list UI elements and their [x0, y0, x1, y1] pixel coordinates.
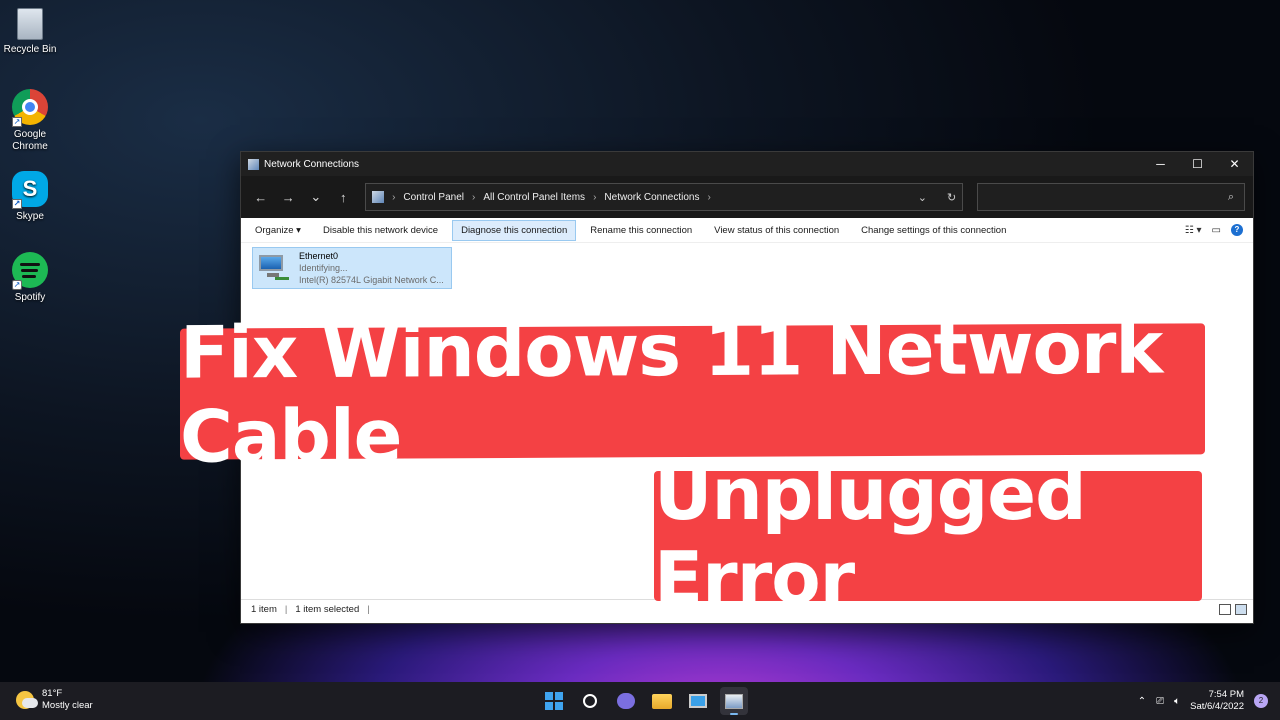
network-status-icon[interactable]: ⎚: [1156, 696, 1164, 707]
address-dropdown-icon[interactable]: ⌄: [918, 191, 927, 204]
desktop-icon-label: Recycle Bin: [3, 44, 57, 55]
maximize-button[interactable]: ☐: [1179, 152, 1216, 176]
monitor-icon: [689, 694, 707, 708]
folder-icon: [652, 693, 672, 709]
chrome-shortcut[interactable]: ↗ Google Chrome: [0, 89, 60, 153]
recent-locations-button[interactable]: ⌄: [304, 185, 328, 209]
start-button[interactable]: [540, 687, 568, 715]
taskbar: 81°F Mostly clear ⌃ ⎚ 🔈︎ 7:54 PM Sat/6/4…: [0, 682, 1280, 720]
refresh-icon[interactable]: ↻: [947, 191, 956, 204]
breadcrumb-control-panel[interactable]: Control Panel: [403, 192, 464, 203]
windows-logo-icon: [545, 692, 563, 710]
window-title: Network Connections: [264, 158, 360, 170]
organize-menu[interactable]: Organize ▾: [247, 220, 309, 241]
help-icon[interactable]: ?: [1231, 224, 1243, 236]
minimize-button[interactable]: ─: [1142, 152, 1179, 176]
title-bar[interactable]: Network Connections ─ ☐ ✕: [241, 152, 1253, 176]
desktop-icon-label: Skype: [16, 211, 44, 222]
search-input[interactable]: [978, 191, 1228, 203]
spotify-icon: ↗: [12, 252, 48, 290]
clock[interactable]: 7:54 PM Sat/6/4/2022: [1190, 689, 1244, 713]
command-bar: Organize ▾ Disable this network device D…: [241, 218, 1253, 243]
volume-icon[interactable]: 🔈︎: [1174, 696, 1180, 707]
view-status-button[interactable]: View status of this connection: [706, 220, 847, 241]
back-button[interactable]: ←: [249, 185, 273, 209]
change-settings-button[interactable]: Change settings of this connection: [853, 220, 1014, 241]
chevron-right-icon[interactable]: ›: [593, 192, 596, 203]
recycle-bin-icon: [17, 8, 43, 40]
selected-count: 1 item selected: [295, 604, 360, 615]
item-count: 1 item: [251, 604, 277, 615]
network-connections-icon: [725, 693, 743, 709]
spotify-shortcut[interactable]: ↗ Spotify: [0, 252, 60, 304]
control-panel-icon: [372, 191, 385, 203]
breadcrumb-all-items[interactable]: All Control Panel Items: [483, 192, 585, 203]
connection-device: Intel(R) 82574L Gigabit Network C...: [299, 275, 444, 285]
title-banner-line1: Fix Windows 11 Network Cable: [180, 305, 1205, 478]
connection-item-ethernet0[interactable]: Ethernet0 Identifying... Intel(R) 82574L…: [252, 247, 452, 289]
title-banner-line2: Unplugged Error: [654, 452, 1202, 620]
skype-icon: S ↗: [12, 171, 48, 209]
address-toolbar: ← → ⌄ ↑ › Control Panel › All Control Pa…: [241, 176, 1253, 218]
search-box[interactable]: ⌕: [977, 183, 1245, 211]
close-button[interactable]: ✕: [1216, 152, 1253, 176]
skype-shortcut[interactable]: S ↗ Skype: [0, 171, 60, 223]
disable-device-button[interactable]: Disable this network device: [315, 220, 446, 241]
chevron-right-icon: ›: [392, 191, 396, 203]
recycle-bin-shortcut[interactable]: Recycle Bin: [0, 8, 60, 56]
weather-widget[interactable]: 81°F Mostly clear: [16, 688, 93, 712]
weather-temp: 81°F: [42, 688, 63, 699]
desktop-icon-label: Google Chrome: [12, 129, 48, 152]
file-explorer-button[interactable]: [648, 687, 676, 715]
search-icon: ⌕: [1227, 190, 1234, 203]
chevron-right-icon[interactable]: ›: [472, 192, 475, 203]
preview-pane-icon[interactable]: ▭: [1212, 225, 1221, 236]
weather-condition: Mostly clear: [42, 700, 93, 711]
details-view-icon[interactable]: [1219, 604, 1231, 615]
network-connections-taskbar-button[interactable]: [720, 687, 748, 715]
search-icon: [583, 694, 597, 708]
chevron-up-icon[interactable]: ⌃: [1138, 696, 1146, 707]
connection-name: Ethernet0: [299, 251, 339, 261]
notification-badge[interactable]: 2: [1254, 694, 1268, 708]
shortcut-arrow-icon: ↗: [12, 199, 22, 209]
shortcut-arrow-icon: ↗: [12, 117, 22, 127]
address-bar[interactable]: › Control Panel › All Control Panel Item…: [365, 183, 964, 211]
weather-icon: [16, 691, 38, 709]
up-button[interactable]: ↑: [332, 185, 356, 209]
shortcut-arrow-icon: ↗: [12, 280, 22, 290]
forward-button[interactable]: →: [277, 185, 301, 209]
rename-connection-button[interactable]: Rename this connection: [582, 220, 700, 241]
teams-chat-icon: [617, 693, 635, 709]
remote-desktop-button[interactable]: [684, 687, 712, 715]
clock-date: Sat/6/4/2022: [1190, 701, 1244, 712]
tiles-view-icon[interactable]: [1235, 604, 1247, 615]
network-connections-app-icon: [248, 158, 259, 170]
chevron-right-icon[interactable]: ›: [707, 192, 710, 203]
taskbar-search-button[interactable]: [576, 687, 604, 715]
chat-button[interactable]: [612, 687, 640, 715]
ethernet-adapter-icon: [257, 253, 289, 283]
diagnose-connection-button[interactable]: Diagnose this connection: [452, 219, 577, 241]
connection-status: Identifying...: [299, 263, 348, 273]
clock-time: 7:54 PM: [1208, 689, 1244, 700]
chrome-icon: ↗: [12, 89, 48, 127]
breadcrumb-network-connections[interactable]: Network Connections: [604, 192, 699, 203]
view-options-icon[interactable]: ☷ ▾: [1185, 225, 1202, 236]
system-tray: ⌃ ⎚ 🔈︎ 7:54 PM Sat/6/4/2022 2: [1138, 682, 1280, 720]
desktop-icon-label: Spotify: [14, 292, 46, 303]
